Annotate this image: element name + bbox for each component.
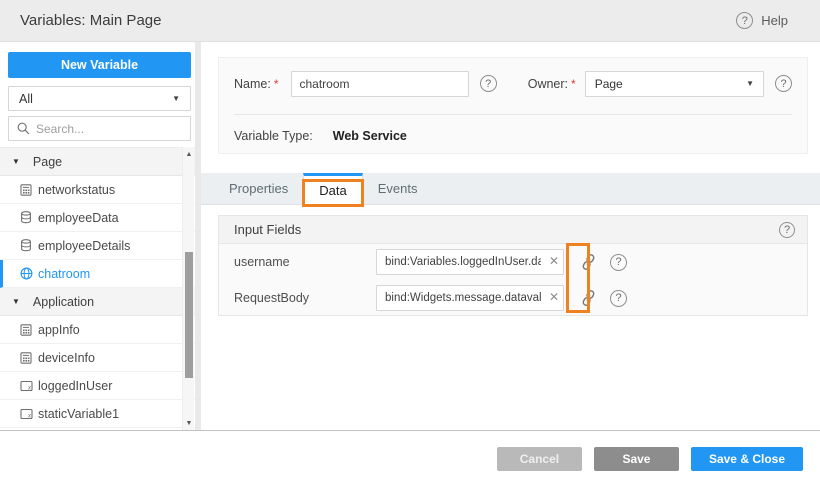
variable-label: chatroom [38, 267, 90, 281]
variable-label: networkstatus [38, 183, 115, 197]
field-label-requestbody: RequestBody [234, 291, 376, 305]
sidebar-item-chatroom[interactable]: chatroom [0, 260, 195, 288]
save-button[interactable]: Save [594, 447, 679, 471]
sidebar-group-page[interactable]: ▼ Page [0, 148, 195, 176]
group-label: Page [33, 155, 62, 169]
sidebar-item-appInfo[interactable]: appInfo [0, 316, 195, 344]
database-icon [19, 239, 33, 252]
footer-buttons: Cancel Save Save & Close [497, 447, 803, 471]
chevron-down-icon: ▼ [746, 79, 754, 88]
list-scrollbar[interactable]: ▲ ▼ [182, 147, 194, 430]
bind-field-wrap: ✕ [376, 285, 564, 311]
input-fields-header: Input Fields ? [219, 216, 807, 244]
sidebar-group-application[interactable]: ▼ Application [0, 288, 195, 316]
chevron-down-icon: ▼ [172, 94, 180, 103]
variable-label: loggedInUser [38, 379, 112, 393]
field-label-username: username [234, 255, 376, 269]
collapse-icon: ▼ [12, 297, 20, 306]
owner-select[interactable]: Page ▼ [585, 71, 764, 97]
name-label: Name: [234, 77, 271, 91]
variable-type-value: Web Service [333, 129, 407, 143]
sidebar-item-networkstatus[interactable]: networkstatus [0, 176, 195, 204]
owner-label: Owner: [528, 77, 568, 91]
owner-selected-value: Page [595, 77, 623, 91]
variable-type-row: Variable Type: Web Service [234, 124, 407, 148]
static-variable-icon: x [19, 408, 33, 420]
detail-tabbar: Properties Data Events [201, 173, 820, 205]
footer-bar: Cancel Save Save & Close [0, 431, 820, 489]
dialog-header: Variables: Main Page ? Help [0, 0, 820, 42]
variable-type-label: Variable Type: [234, 129, 313, 143]
owner-help-icon[interactable]: ? [775, 75, 792, 92]
static-variable-icon: x [19, 380, 33, 392]
sidebar-item-employeeDetails[interactable]: employeeDetails [0, 232, 195, 260]
username-help-icon[interactable]: ? [610, 254, 627, 271]
device-variable-icon [19, 184, 33, 196]
sidebar-item-loggedInUser[interactable]: x loggedInUser [0, 372, 195, 400]
new-variable-button[interactable]: New Variable [8, 52, 191, 78]
save-and-close-button[interactable]: Save & Close [691, 447, 803, 471]
web-service-icon [19, 267, 33, 280]
bind-link-icon[interactable] [578, 289, 598, 307]
requestbody-bind-input[interactable] [376, 285, 564, 311]
search-icon [17, 122, 30, 135]
device-variable-icon [19, 352, 33, 364]
sidebar-item-deviceInfo[interactable]: deviceInfo [0, 344, 195, 372]
scrollbar-thumb[interactable] [185, 252, 193, 378]
variable-label: deviceInfo [38, 351, 95, 365]
group-label: Application [33, 295, 94, 309]
variable-list: ▼ Page networkstatus employeeData employ… [0, 147, 195, 429]
help-button[interactable]: ? Help [736, 12, 788, 29]
scroll-down-icon[interactable]: ▼ [183, 417, 195, 429]
variable-label: employeeDetails [38, 239, 130, 253]
variable-filter-select[interactable]: All ▼ [8, 86, 191, 111]
clear-binding-icon[interactable]: ✕ [549, 290, 559, 306]
help-label: Help [761, 13, 788, 28]
bind-link-icon[interactable] [578, 253, 598, 271]
requestbody-help-icon[interactable]: ? [610, 290, 627, 307]
input-fields-panel: Input Fields ? username ✕ ? RequestBody … [218, 215, 808, 316]
variable-label: staticVariable1 [38, 407, 119, 421]
username-bind-input[interactable] [376, 249, 564, 275]
variable-label: appInfo [38, 323, 80, 337]
input-field-row-username: username ✕ ? [234, 249, 627, 275]
sidebar-item-employeeData[interactable]: employeeData [0, 204, 195, 232]
scroll-up-icon[interactable]: ▲ [183, 148, 195, 160]
clear-binding-icon[interactable]: ✕ [549, 254, 559, 270]
page-title: Variables: Main Page [20, 12, 161, 29]
required-asterisk: * [571, 77, 576, 91]
device-variable-icon [19, 324, 33, 336]
variable-search[interactable] [8, 116, 191, 141]
help-icon: ? [736, 12, 753, 29]
variable-label: employeeData [38, 211, 119, 225]
input-field-row-requestbody: RequestBody ✕ ? [234, 285, 627, 311]
name-input[interactable] [291, 71, 469, 97]
tab-events[interactable]: Events [363, 173, 433, 204]
filter-selected-value: All [19, 92, 33, 106]
form-divider [234, 114, 792, 115]
database-icon [19, 211, 33, 224]
tab-data-label: Data [319, 183, 346, 198]
variables-sidebar: New Variable All ▼ ▼ Page networkstatus … [0, 42, 195, 430]
cancel-button[interactable]: Cancel [497, 447, 582, 471]
tab-data[interactable]: Data [303, 173, 362, 204]
tab-properties[interactable]: Properties [214, 173, 303, 204]
search-input[interactable] [36, 122, 166, 136]
name-help-icon[interactable]: ? [480, 75, 497, 92]
collapse-icon: ▼ [12, 157, 20, 166]
required-asterisk: * [274, 77, 279, 91]
variable-summary-panel: Name: * ? Owner: * Page ▼ ? Variable Typ… [218, 57, 808, 154]
input-fields-title: Input Fields [234, 222, 301, 237]
variable-detail-panel: Name: * ? Owner: * Page ▼ ? Variable Typ… [201, 42, 820, 430]
sidebar-item-staticVariable1[interactable]: x staticVariable1 [0, 400, 195, 428]
bind-field-wrap: ✕ [376, 249, 564, 275]
name-owner-row: Name: * ? Owner: * Page ▼ ? [234, 70, 792, 97]
input-fields-help-icon[interactable]: ? [779, 222, 795, 238]
